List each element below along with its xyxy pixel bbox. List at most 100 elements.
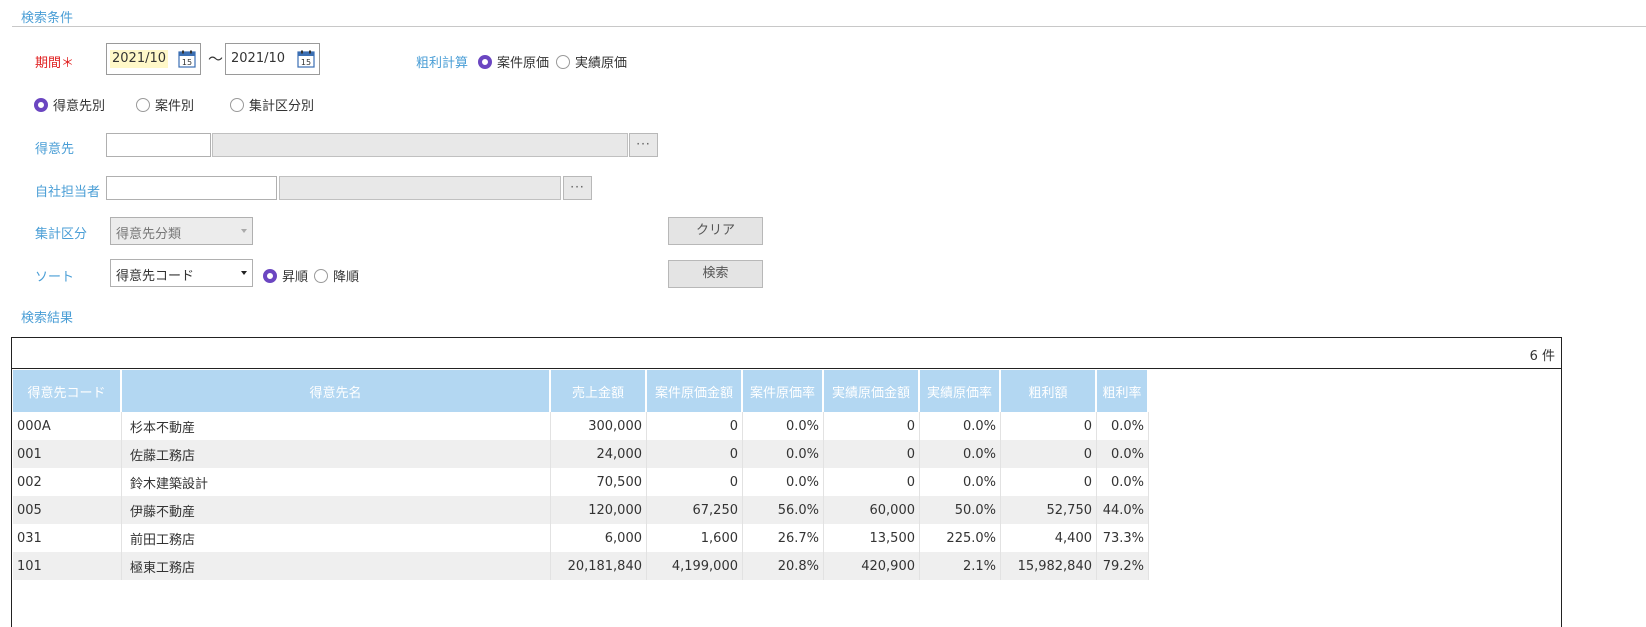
radio-project-cost-label[interactable]: 案件原価 xyxy=(497,52,549,71)
radio-dot[interactable] xyxy=(263,268,277,283)
aggregation-select-value: 得意先分類 xyxy=(116,227,182,242)
cell-project-cost-amount: 0 xyxy=(647,440,743,468)
cell-actual-cost-amount: 60,000 xyxy=(824,496,920,524)
column-header-gross-profit[interactable]: 粗利額 xyxy=(1001,370,1097,412)
cell-project-cost-rate: 0.0% xyxy=(743,412,824,440)
period-to-value[interactable]: 2021/10 xyxy=(229,50,287,68)
cell-gross-profit: 4,400 xyxy=(1001,524,1097,552)
period-from-field[interactable]: 2021/10 15 xyxy=(106,43,201,75)
column-header-customer-name[interactable]: 得意先名 xyxy=(122,370,551,412)
cell-actual-cost-rate: 2.1% xyxy=(920,552,1001,580)
cell-gross-profit-rate: 79.2% xyxy=(1097,552,1149,580)
calendar-icon[interactable]: 15 xyxy=(178,50,196,68)
cell-sales-amount: 24,000 xyxy=(551,440,647,468)
sort-select-value[interactable]: 得意先コード xyxy=(116,265,194,284)
period-label-text: 期間 xyxy=(35,56,62,71)
radio-by-aggregation[interactable]: 集計区分別 xyxy=(230,95,314,114)
customer-lookup-button[interactable]: ··· xyxy=(629,133,658,157)
cell-customer-code: 005 xyxy=(13,496,122,524)
radio-by-project-label[interactable]: 案件別 xyxy=(155,95,194,114)
sales-profit-search-page: 検索条件 期間＊ 2021/10 15 ～ 2021/10 15 粗利計算 案件… xyxy=(0,0,1646,627)
cell-project-cost-rate: 0.0% xyxy=(743,440,824,468)
radio-dot[interactable] xyxy=(556,54,570,69)
radio-dot[interactable] xyxy=(314,268,328,283)
cell-gross-profit: 15,982,840 xyxy=(1001,552,1097,580)
cell-customer-code: 031 xyxy=(13,524,122,552)
cell-project-cost-rate: 0.0% xyxy=(743,468,824,496)
cell-gross-profit-rate: 0.0% xyxy=(1097,412,1149,440)
radio-ascending-label[interactable]: 昇順 xyxy=(282,266,308,285)
period-to-field[interactable]: 2021/10 15 xyxy=(225,43,320,75)
column-header-actual-cost-rate[interactable]: 実績原価率 xyxy=(920,370,1001,412)
cell-sales-amount: 300,000 xyxy=(551,412,647,440)
staff-lookup-button[interactable]: ··· xyxy=(563,176,592,200)
radio-ascending[interactable]: 昇順 xyxy=(263,266,308,285)
radio-by-project[interactable]: 案件別 xyxy=(136,95,194,114)
radio-project-cost[interactable]: 案件原価 xyxy=(478,52,549,71)
chevron-down-icon xyxy=(241,229,247,233)
cell-gross-profit: 0 xyxy=(1001,412,1097,440)
sort-select[interactable]: 得意先コード xyxy=(110,259,253,287)
cell-actual-cost-rate: 225.0% xyxy=(920,524,1001,552)
table-row[interactable]: 005 伊藤不動産 120,000 67,250 56.0% 60,000 50… xyxy=(13,496,1149,524)
cell-actual-cost-amount: 0 xyxy=(824,468,920,496)
search-button[interactable]: 検索 xyxy=(668,260,763,288)
svg-text:15: 15 xyxy=(182,58,192,67)
radio-by-customer[interactable]: 得意先別 xyxy=(34,95,105,114)
column-header-project-cost-amount[interactable]: 案件原価金額 xyxy=(647,370,743,412)
radio-by-customer-label[interactable]: 得意先別 xyxy=(53,95,105,114)
table-header-row: 得意先コード 得意先名 売上金額 案件原価金額 案件原価率 実績原価金額 実績原… xyxy=(13,370,1149,412)
radio-dot[interactable] xyxy=(34,97,48,112)
cell-gross-profit-rate: 73.3% xyxy=(1097,524,1149,552)
radio-actual-cost-label[interactable]: 実績原価 xyxy=(575,52,627,71)
table-row[interactable]: 031 前田工務店 6,000 1,600 26.7% 13,500 225.0… xyxy=(13,524,1149,552)
svg-text:15: 15 xyxy=(301,58,311,67)
cell-customer-name: 前田工務店 xyxy=(122,524,551,552)
radio-by-aggregation-label[interactable]: 集計区分別 xyxy=(249,95,314,114)
table-row[interactable]: 001 佐藤工務店 24,000 0 0.0% 0 0.0% 0 0.0% xyxy=(13,440,1149,468)
result-count: 6 件 xyxy=(1529,349,1555,364)
cell-project-cost-amount: 0 xyxy=(647,412,743,440)
table-row[interactable]: 002 鈴木建築設計 70,500 0 0.0% 0 0.0% 0 0.0% xyxy=(13,468,1149,496)
cell-customer-code: 001 xyxy=(13,440,122,468)
aggregation-select: 得意先分類 xyxy=(110,217,253,245)
radio-dot[interactable] xyxy=(136,97,150,112)
cell-project-cost-amount: 0 xyxy=(647,468,743,496)
table-row[interactable]: 000A 杉本不動産 300,000 0 0.0% 0 0.0% 0 0.0% xyxy=(13,412,1149,440)
cell-gross-profit-rate: 0.0% xyxy=(1097,440,1149,468)
column-header-gross-profit-rate[interactable]: 粗利率 xyxy=(1097,370,1149,412)
search-results-title: 検索結果 xyxy=(21,311,74,326)
cell-customer-name: 杉本不動産 xyxy=(122,412,551,440)
cell-project-cost-amount: 1,600 xyxy=(647,524,743,552)
period-from-value[interactable]: 2021/10 xyxy=(110,50,169,68)
cell-actual-cost-amount: 0 xyxy=(824,412,920,440)
result-count-bar: 6 件 xyxy=(12,338,1561,369)
column-header-project-cost-rate[interactable]: 案件原価率 xyxy=(743,370,824,412)
radio-descending[interactable]: 降順 xyxy=(314,266,359,285)
staff-label: 自社担当者 xyxy=(35,185,101,200)
section-divider xyxy=(12,26,1646,27)
column-header-customer-code[interactable]: 得意先コード xyxy=(13,370,122,412)
radio-dot[interactable] xyxy=(230,97,244,112)
results-panel: 6 件 得意先コード 得意先名 売上金額 案件原価金額 案件原価率 実績原価金額… xyxy=(11,337,1562,627)
chevron-down-icon[interactable] xyxy=(241,271,247,275)
ellipsis-icon[interactable]: ··· xyxy=(570,180,584,194)
cell-gross-profit-rate: 0.0% xyxy=(1097,468,1149,496)
clear-button[interactable]: クリア xyxy=(668,217,763,245)
radio-descending-label[interactable]: 降順 xyxy=(333,266,359,285)
cell-project-cost-amount: 4,199,000 xyxy=(647,552,743,580)
column-header-sales-amount[interactable]: 売上金額 xyxy=(551,370,647,412)
sort-label: ソート xyxy=(35,270,75,285)
radio-actual-cost[interactable]: 実績原価 xyxy=(556,52,627,71)
gross-profit-calc-label: 粗利計算 xyxy=(416,56,469,71)
cell-gross-profit: 0 xyxy=(1001,440,1097,468)
column-header-actual-cost-amount[interactable]: 実績原価金額 xyxy=(824,370,920,412)
customer-code-input[interactable] xyxy=(106,133,211,157)
cell-actual-cost-amount: 13,500 xyxy=(824,524,920,552)
radio-dot[interactable] xyxy=(478,54,492,69)
staff-code-input[interactable] xyxy=(106,176,277,200)
ellipsis-icon[interactable]: ··· xyxy=(636,137,650,151)
calendar-icon[interactable]: 15 xyxy=(297,50,315,68)
table-row[interactable]: 101 極東工務店 20,181,840 4,199,000 20.8% 420… xyxy=(13,552,1149,580)
cell-actual-cost-rate: 0.0% xyxy=(920,440,1001,468)
